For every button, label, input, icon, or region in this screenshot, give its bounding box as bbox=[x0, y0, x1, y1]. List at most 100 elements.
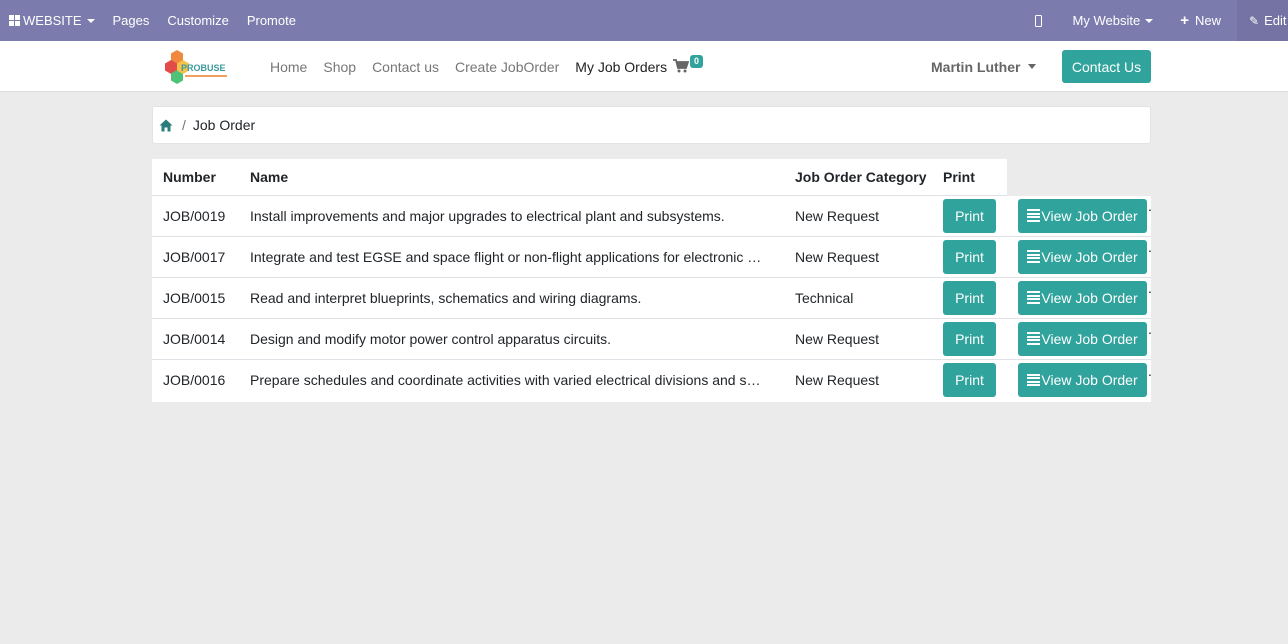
trailing-dot: . bbox=[1148, 239, 1152, 256]
job-category: New Request bbox=[784, 318, 932, 360]
print-cell: Print bbox=[932, 277, 1007, 319]
nav-shop[interactable]: Shop bbox=[315, 59, 364, 75]
logo-text: PROBUSE bbox=[181, 63, 226, 73]
main-nav: Home Shop Contact us Create JobOrder My … bbox=[262, 41, 675, 92]
header-category: Job Order Category bbox=[784, 159, 932, 196]
caret-down-icon bbox=[1145, 18, 1154, 23]
mobile-preview-button[interactable] bbox=[1026, 0, 1064, 41]
view-job-order-label: View Job Order bbox=[1041, 371, 1138, 388]
pencil-icon: ✎ bbox=[1249, 13, 1260, 28]
job-category: New Request bbox=[784, 195, 932, 237]
job-orders-table: Number Name Job Order Category Print JOB… bbox=[152, 159, 1152, 402]
promote-menu-label: Promote bbox=[246, 13, 296, 28]
header-print: Print bbox=[932, 159, 1007, 196]
table-row: JOB/0016 Prepare schedules and coordinat… bbox=[152, 359, 1152, 400]
view-job-order-label: View Job Order bbox=[1041, 207, 1138, 224]
view-job-order-button[interactable]: View Job Order bbox=[1018, 321, 1147, 356]
header-view bbox=[1007, 159, 1151, 196]
trailing-dot: . bbox=[1148, 280, 1152, 297]
view-job-order-button[interactable]: View Job Order bbox=[1018, 362, 1147, 397]
list-icon bbox=[1027, 373, 1041, 387]
site-header: PROBUSE Home Shop Contact us Create JobO… bbox=[0, 41, 1288, 92]
job-number: JOB/0016 bbox=[163, 371, 226, 388]
edit-button-label: Edit bbox=[1264, 13, 1287, 28]
new-button-label: New bbox=[1194, 13, 1221, 28]
list-icon bbox=[1027, 332, 1041, 345]
view-cell: View Job Order. bbox=[1007, 277, 1152, 319]
nav-home[interactable]: Home bbox=[262, 59, 315, 75]
mobile-phone-icon bbox=[1034, 14, 1042, 27]
table-row: JOB/0017 Integrate and test EGSE and spa… bbox=[152, 236, 1152, 278]
my-website-menu[interactable]: My Website bbox=[1064, 0, 1172, 41]
cart-link[interactable]: 0 bbox=[673, 55, 704, 73]
website-menu[interactable]: WEBSITE bbox=[0, 0, 104, 41]
customize-menu-label: Customize bbox=[167, 13, 229, 28]
view-job-order-button[interactable]: View Job Order bbox=[1018, 239, 1147, 274]
job-category: New Request bbox=[795, 371, 880, 388]
promote-menu[interactable]: Promote bbox=[238, 0, 305, 41]
print-cell: Print bbox=[932, 359, 1007, 400]
table-row: JOB/0014 Design and modify motor power c… bbox=[152, 318, 1152, 360]
print-button[interactable]: Print bbox=[943, 198, 996, 233]
edit-button[interactable]: ✎ Edit bbox=[1237, 0, 1288, 41]
header-name: Name bbox=[239, 159, 784, 196]
print-cell: Print bbox=[932, 318, 1007, 360]
print-button[interactable]: Print bbox=[943, 239, 996, 274]
new-button[interactable]: + New bbox=[1171, 0, 1237, 41]
job-number: JOB/0015 bbox=[152, 277, 239, 319]
view-cell: View Job Order. bbox=[1007, 318, 1152, 360]
list-icon bbox=[1027, 250, 1041, 263]
apps-grid-icon bbox=[9, 15, 20, 26]
table-row: JOB/0019 Install improvements and major … bbox=[152, 195, 1152, 237]
print-cell: Print bbox=[932, 195, 1007, 237]
user-menu[interactable]: Martin Luther bbox=[931, 41, 1037, 92]
breadcrumb: / Job Order bbox=[152, 106, 1151, 144]
view-job-order-button[interactable]: View Job Order bbox=[1018, 198, 1147, 233]
view-job-order-label: View Job Order bbox=[1041, 248, 1138, 265]
job-number: JOB/0017 bbox=[152, 236, 239, 278]
print-button[interactable]: Print bbox=[943, 362, 996, 397]
print-cell: Print bbox=[932, 236, 1007, 278]
trailing-dot: . bbox=[1148, 362, 1152, 379]
website-menu-label: WEBSITE bbox=[23, 13, 82, 28]
view-cell: View Job Order. bbox=[1007, 359, 1152, 400]
view-cell: View Job Order. bbox=[1007, 195, 1152, 237]
customize-menu[interactable]: Customize bbox=[158, 0, 237, 41]
print-button[interactable]: Print bbox=[943, 321, 996, 356]
breadcrumb-separator: / bbox=[182, 117, 186, 133]
trailing-dot: . bbox=[1148, 321, 1152, 338]
cart-count-badge: 0 bbox=[690, 55, 704, 68]
nav-contact-us[interactable]: Contact us bbox=[364, 59, 447, 75]
nav-my-job-orders[interactable]: My Job Orders bbox=[567, 59, 675, 75]
list-icon bbox=[1027, 209, 1041, 222]
job-name: Design and modify motor power control ap… bbox=[239, 318, 784, 360]
nav-create-job-order[interactable]: Create JobOrder bbox=[447, 59, 567, 75]
probuse-logo[interactable]: PROBUSE bbox=[163, 49, 235, 85]
admin-bar: WEBSITE Pages Customize Promote My Websi… bbox=[0, 0, 1288, 41]
shopping-cart-icon bbox=[673, 59, 689, 73]
job-category: Technical bbox=[784, 277, 932, 319]
view-job-order-button[interactable]: View Job Order bbox=[1018, 280, 1147, 315]
contact-us-button[interactable]: Contact Us bbox=[1062, 50, 1151, 83]
breadcrumb-current: Job Order bbox=[192, 117, 256, 133]
caret-down-icon bbox=[1028, 64, 1037, 69]
my-website-label: My Website bbox=[1072, 13, 1141, 28]
job-name: Install improvements and major upgrades … bbox=[239, 195, 784, 237]
list-icon bbox=[1027, 291, 1041, 304]
print-button[interactable]: Print bbox=[943, 280, 996, 315]
home-icon[interactable] bbox=[159, 119, 173, 132]
plus-icon: + bbox=[1180, 12, 1189, 29]
view-cell: View Job Order. bbox=[1007, 236, 1152, 278]
job-number: JOB/0019 bbox=[152, 195, 239, 237]
caret-down-icon bbox=[86, 18, 95, 23]
job-number: JOB/0014 bbox=[152, 318, 239, 360]
user-name: Martin Luther bbox=[931, 58, 1021, 75]
table-row: JOB/0015 Read and interpret blueprints, … bbox=[152, 277, 1152, 319]
job-category: New Request bbox=[784, 236, 932, 278]
job-name: Prepare schedules and coordinate activit… bbox=[250, 371, 761, 388]
pages-menu[interactable]: Pages bbox=[104, 0, 159, 41]
view-job-order-label: View Job Order bbox=[1041, 289, 1138, 306]
pages-menu-label: Pages bbox=[112, 13, 150, 28]
job-name: Integrate and test EGSE and space flight… bbox=[239, 236, 784, 278]
view-job-order-label: View Job Order bbox=[1041, 330, 1138, 347]
